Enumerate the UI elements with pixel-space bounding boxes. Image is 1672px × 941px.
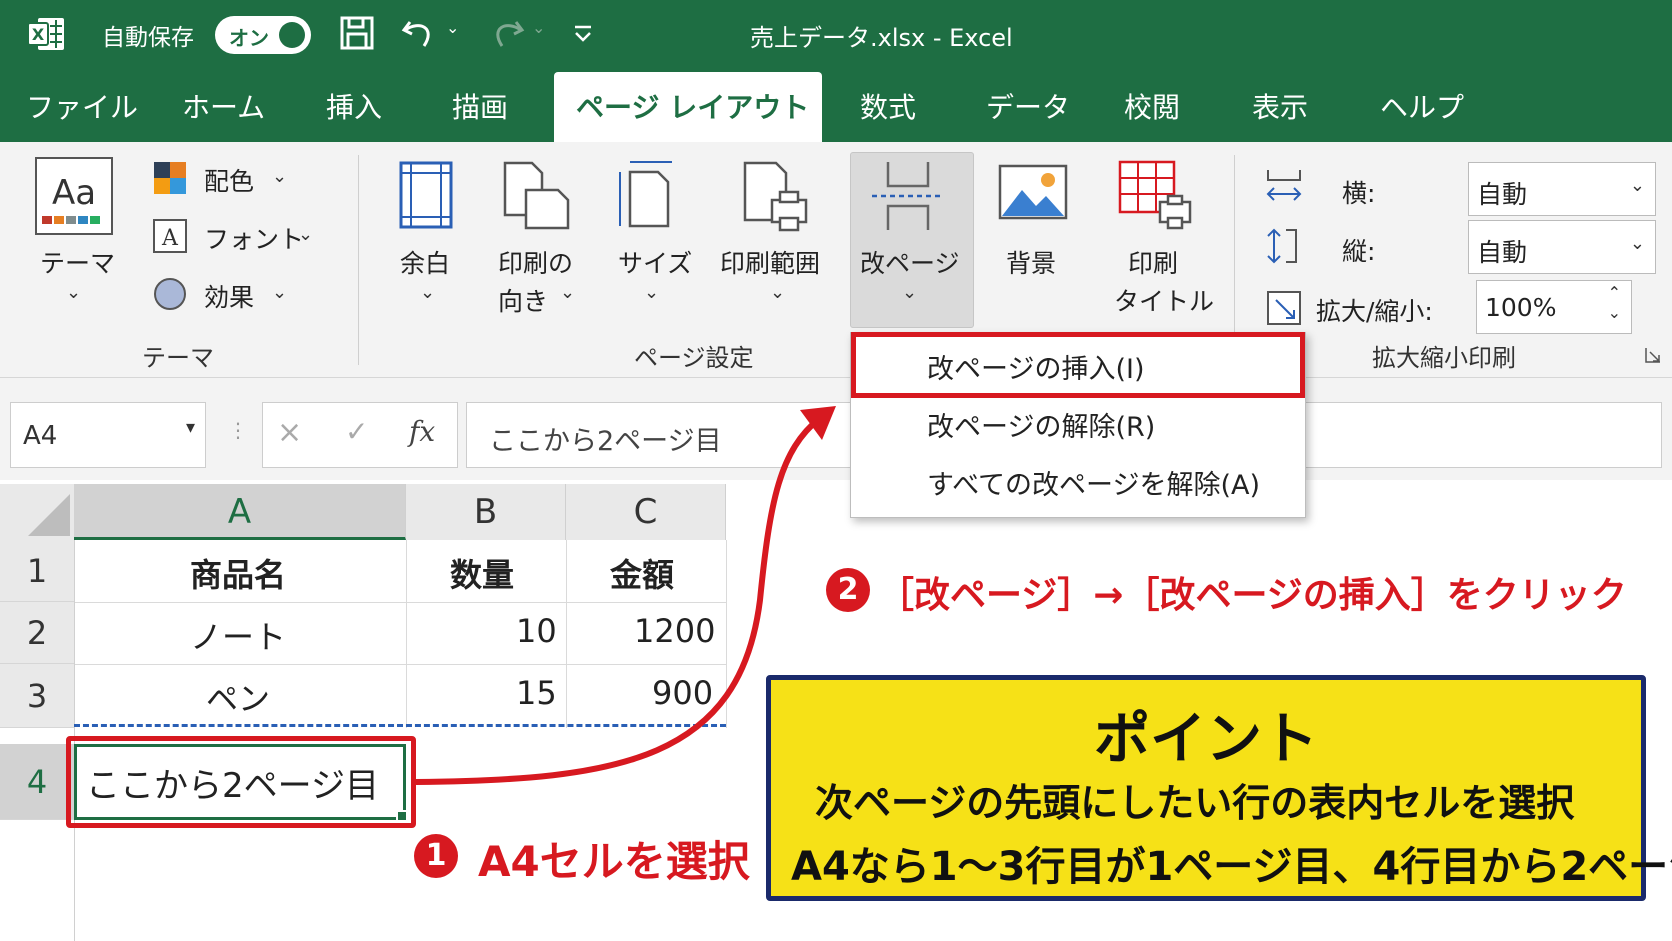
step1-badge: 1 [414, 834, 458, 878]
point-box: ポイント 次ページの先頭にしたい行の表内セルを選択 A4なら1〜3行目が1ページ… [766, 675, 1672, 901]
menu-item-reset-all-page-breaks[interactable]: すべての改ページを解除(A) [927, 463, 1260, 502]
step2-instruction: ［改ページ］→［改ページの挿入］をクリック [878, 575, 1627, 616]
menu-item-remove-page-break[interactable]: 改ページの解除(R) [927, 405, 1155, 444]
step2-badge: 2 [826, 568, 870, 612]
menu-item-highlight-frame [851, 332, 1305, 398]
step1-instruction: A4セルを選択 [478, 837, 750, 886]
point-title: ポイント [1094, 707, 1318, 772]
point-line-2: A4なら1〜3行目が1ページ目、4行目から2ページ目 [791, 844, 1672, 890]
point-line-1: 次ページの先頭にしたい行の表内セルを選択 [815, 781, 1575, 825]
